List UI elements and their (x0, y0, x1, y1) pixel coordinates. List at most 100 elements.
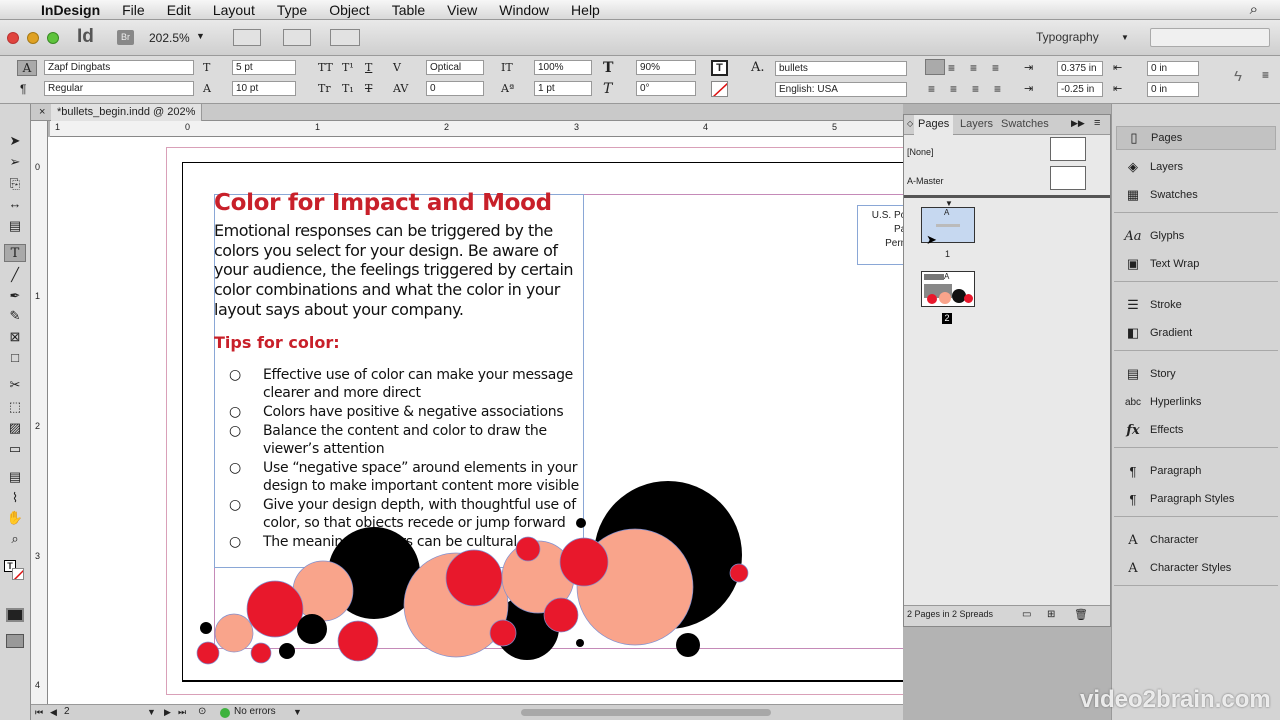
menu-type[interactable]: Type (266, 2, 318, 18)
panel-story[interactable]: ▤ Story (1116, 362, 1276, 386)
minimize-window-button[interactable] (27, 32, 39, 44)
panel-stroke[interactable]: ☰ Stroke (1116, 293, 1276, 317)
justify-center-button[interactable]: ≡ (950, 82, 957, 96)
panel-menu-icon[interactable]: ≡ (1094, 117, 1100, 129)
panel-swatches[interactable]: ▦ Swatches (1116, 183, 1276, 207)
panel-hyperlinks[interactable]: abc Hyperlinks (1116, 390, 1276, 414)
skew-field[interactable]: 0° (636, 81, 696, 96)
zoom-window-button[interactable] (47, 32, 59, 44)
horizontal-scrollbar-thumb[interactable] (521, 709, 771, 716)
bubble-circle[interactable] (297, 614, 327, 644)
control-panel-menu-icon[interactable]: ≡ (1262, 68, 1269, 82)
quick-apply-icon[interactable]: ϟ (1234, 68, 1242, 85)
panel-layers[interactable]: ◈ Layers (1116, 155, 1276, 179)
next-page-icon[interactable]: ▶ (164, 707, 171, 718)
tab-layers[interactable]: Layers (960, 118, 993, 130)
panel-glyphs[interactable]: Aa Glyphs (1116, 224, 1276, 248)
bubble-circle[interactable] (559, 537, 609, 587)
bubble-circle[interactable] (214, 613, 254, 653)
font-style-field[interactable]: Regular (44, 81, 194, 96)
help-search-field[interactable] (1150, 28, 1270, 47)
zoom-dropdown-icon[interactable]: ▼ (196, 31, 205, 41)
bubble-circle[interactable] (250, 642, 272, 664)
normal-view-mode-icon[interactable] (6, 608, 24, 622)
document-tab[interactable]: *bullets_begin.indd @ 202% (51, 104, 203, 121)
workspace-switcher[interactable]: Typography (1036, 30, 1099, 44)
justify-button[interactable]: ≡ (992, 61, 999, 75)
paragraph-style-field[interactable]: bullets (775, 61, 907, 76)
bubble-circle[interactable] (337, 620, 379, 662)
kerning-field[interactable]: Optical (426, 60, 484, 75)
document-canvas[interactable]: Color for Impact and Mood Emotional resp… (48, 137, 903, 704)
character-formatting-button[interactable]: A (17, 60, 37, 76)
bubble-circle[interactable] (676, 633, 700, 657)
subscript-button[interactable]: T₁ (342, 82, 354, 95)
justify-all-button[interactable]: ≡ (994, 82, 1001, 96)
font-size-field[interactable]: 5 pt (232, 60, 296, 75)
line-tool-icon[interactable]: ╱ (4, 266, 26, 284)
free-transform-tool-icon[interactable]: ⬚ (4, 398, 26, 416)
bubble-circle[interactable] (196, 641, 220, 665)
gradient-swatch-tool-icon[interactable]: ▨ (4, 419, 26, 437)
preview-mode-icon[interactable] (6, 634, 24, 648)
panel-gradient[interactable]: ◧ Gradient (1116, 321, 1276, 345)
baseline-shift-field[interactable]: 1 pt (534, 81, 592, 96)
close-window-button[interactable] (7, 32, 19, 44)
menu-table[interactable]: Table (381, 2, 436, 18)
previous-page-icon[interactable]: ◀ (50, 707, 57, 718)
zoom-tool-icon[interactable]: ⌕ (4, 530, 26, 548)
panel-text-wrap[interactable]: ▣ Text Wrap (1116, 252, 1276, 276)
note-tool-icon[interactable]: ▤ (4, 468, 26, 486)
zoom-level-select[interactable]: 202.5% (149, 31, 190, 45)
bubble-circle[interactable] (445, 549, 503, 607)
gradient-feather-tool-icon[interactable]: ▭ (4, 440, 26, 458)
menu-window[interactable]: Window (488, 2, 560, 18)
arrange-documents-button[interactable] (330, 29, 360, 46)
page-size-icon[interactable]: ▭ (1022, 609, 1031, 620)
bubble-circle[interactable] (200, 622, 212, 634)
bubble-circle[interactable] (729, 563, 749, 583)
left-indent-field[interactable]: 0.375 in (1057, 61, 1103, 76)
panel-paragraph[interactable]: ¶ Paragraph (1116, 459, 1276, 483)
bridge-button[interactable]: Br (117, 30, 134, 45)
last-line-indent-field[interactable]: 0 in (1147, 82, 1199, 97)
bubble-artwork[interactable] (48, 137, 903, 704)
tracking-field[interactable]: 0 (426, 81, 484, 96)
horizontal-scale-field[interactable]: 90% (636, 60, 696, 75)
leading-field[interactable]: 10 pt (232, 81, 296, 96)
language-field[interactable]: English: USA (775, 82, 907, 97)
underline-button[interactable]: T (365, 61, 372, 74)
selection-tool-icon[interactable]: ➤ (4, 132, 26, 150)
view-options-button[interactable] (233, 29, 261, 46)
panel-collapse-icon[interactable]: ◇ (907, 119, 913, 128)
panel-divider[interactable] (904, 195, 1110, 198)
page-2-thumb[interactable]: A (921, 271, 975, 307)
align-center-button[interactable]: ≡ (948, 61, 955, 75)
hand-tool-icon[interactable]: ✋ (4, 509, 26, 527)
new-page-icon[interactable]: ⊞ (1047, 609, 1055, 620)
gap-tool-icon[interactable]: ↔ (4, 195, 26, 213)
eyedropper-tool-icon[interactable]: ⌇ (4, 489, 26, 507)
text-fill-swatch[interactable]: T (711, 60, 728, 76)
small-caps-button[interactable]: Tr (318, 82, 331, 95)
master-none[interactable]: [None] (907, 147, 934, 157)
master-a-thumb[interactable] (1050, 166, 1086, 190)
menu-object[interactable]: Object (318, 2, 380, 18)
justify-right-button[interactable]: ≡ (972, 82, 979, 96)
align-left-button[interactable] (925, 59, 945, 75)
panel-expand-icon[interactable]: ▶▶ (1071, 118, 1085, 129)
spotlight-search-icon[interactable]: ⌕ (1250, 1, 1258, 18)
screen-mode-button[interactable] (283, 29, 311, 46)
fill-stroke-swatches[interactable]: T (4, 560, 26, 582)
menu-layout[interactable]: Layout (202, 2, 266, 18)
first-page-icon[interactable]: ⏮ (35, 707, 43, 718)
bubble-circle[interactable] (576, 639, 584, 647)
scissors-tool-icon[interactable]: ✂ (4, 376, 26, 394)
master-a[interactable]: A-Master (907, 176, 944, 186)
justify-left-button[interactable]: ≡ (928, 82, 935, 96)
bubble-circle[interactable] (543, 597, 579, 633)
preflight-status-text[interactable]: No errors (234, 706, 276, 717)
direct-selection-tool-icon[interactable]: ➢ (4, 153, 26, 171)
bubble-circle[interactable] (279, 643, 295, 659)
bubble-circle[interactable] (489, 619, 517, 647)
